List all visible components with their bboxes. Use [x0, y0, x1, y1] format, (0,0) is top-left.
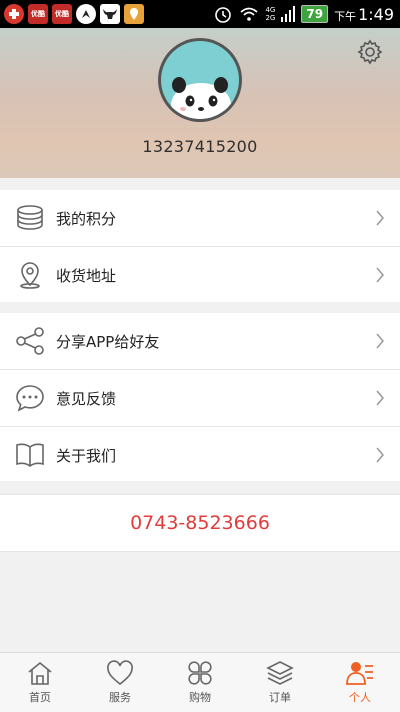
chevron-right-icon	[376, 447, 384, 463]
tab-home[interactable]: 首页	[0, 653, 80, 712]
menu-item-label: 收货地址	[56, 266, 117, 285]
chevron-right-icon	[376, 210, 384, 226]
menu-item-share-app[interactable]: 分享APP给好友	[0, 313, 400, 370]
plus-circle-icon	[4, 4, 24, 24]
menu-item-points[interactable]: 我的积分	[0, 190, 400, 247]
contact-phone[interactable]: 0743-8523666	[0, 495, 400, 551]
time-value: 1:49	[358, 4, 394, 24]
compass-icon	[76, 4, 96, 24]
gear-icon	[357, 39, 383, 65]
tab-label: 订单	[269, 691, 291, 704]
contact-phone-row[interactable]: 0743-8523666	[0, 494, 400, 552]
user-phone: 13237415200	[142, 137, 258, 156]
avatar[interactable]	[158, 38, 242, 122]
battery-level: 79	[301, 5, 329, 23]
notification-icons: 优酷 优酷	[0, 4, 144, 24]
settings-button[interactable]	[356, 38, 384, 66]
youku-icon: 优酷	[28, 4, 48, 24]
map-pin-icon	[124, 4, 144, 24]
menu-item-address[interactable]: 收货地址	[0, 247, 400, 303]
bull-icon	[100, 4, 120, 24]
menu-group-misc: 分享APP给好友 意见反馈 关于我们	[0, 313, 400, 481]
chevron-right-icon	[376, 333, 384, 349]
tab-label: 购物	[189, 691, 211, 704]
panda-avatar-icon	[161, 41, 239, 119]
menu-item-about[interactable]: 关于我们	[0, 427, 400, 483]
menu-item-label: 我的积分	[56, 209, 117, 228]
layers-icon	[266, 661, 294, 685]
tab-orders[interactable]: 订单	[240, 653, 320, 712]
menu-item-feedback[interactable]: 意见反馈	[0, 370, 400, 427]
clock: 下午 1:49	[334, 5, 394, 24]
tab-label: 服务	[109, 691, 131, 704]
person-icon	[346, 662, 373, 685]
bottom-tab-bar: 首页 服务 购物 订单 个人	[0, 652, 400, 712]
network-type: 4G 2G	[265, 6, 276, 22]
menu-item-label: 意见反馈	[56, 389, 117, 408]
signal-icon	[281, 6, 296, 22]
chevron-right-icon	[376, 390, 384, 406]
menu-group-account: 我的积分 收货地址	[0, 190, 400, 302]
clover-icon	[188, 661, 212, 685]
tab-profile[interactable]: 个人	[320, 653, 400, 712]
wifi-icon	[240, 7, 259, 21]
chevron-right-icon	[376, 267, 384, 283]
book-icon	[15, 440, 45, 470]
menu-item-label: 关于我们	[56, 446, 117, 465]
youku-icon: 优酷	[52, 4, 72, 24]
heart-icon	[107, 660, 133, 686]
home-icon	[28, 661, 52, 685]
share-icon	[15, 326, 45, 356]
status-bar: 优酷 优酷 4G 2G 79 下午 1:49	[0, 0, 400, 28]
tab-service[interactable]: 服务	[80, 653, 160, 712]
tab-label: 首页	[29, 691, 51, 704]
location-pin-icon	[15, 260, 45, 290]
profile-header: 13237415200	[0, 28, 400, 178]
chat-bubble-icon	[15, 383, 45, 413]
coins-icon	[15, 203, 45, 233]
tab-label: 个人	[349, 691, 371, 704]
menu-item-label: 分享APP给好友	[56, 332, 160, 351]
alarm-icon	[215, 7, 232, 23]
time-prefix: 下午	[334, 9, 357, 23]
tab-shopping[interactable]: 购物	[160, 653, 240, 712]
